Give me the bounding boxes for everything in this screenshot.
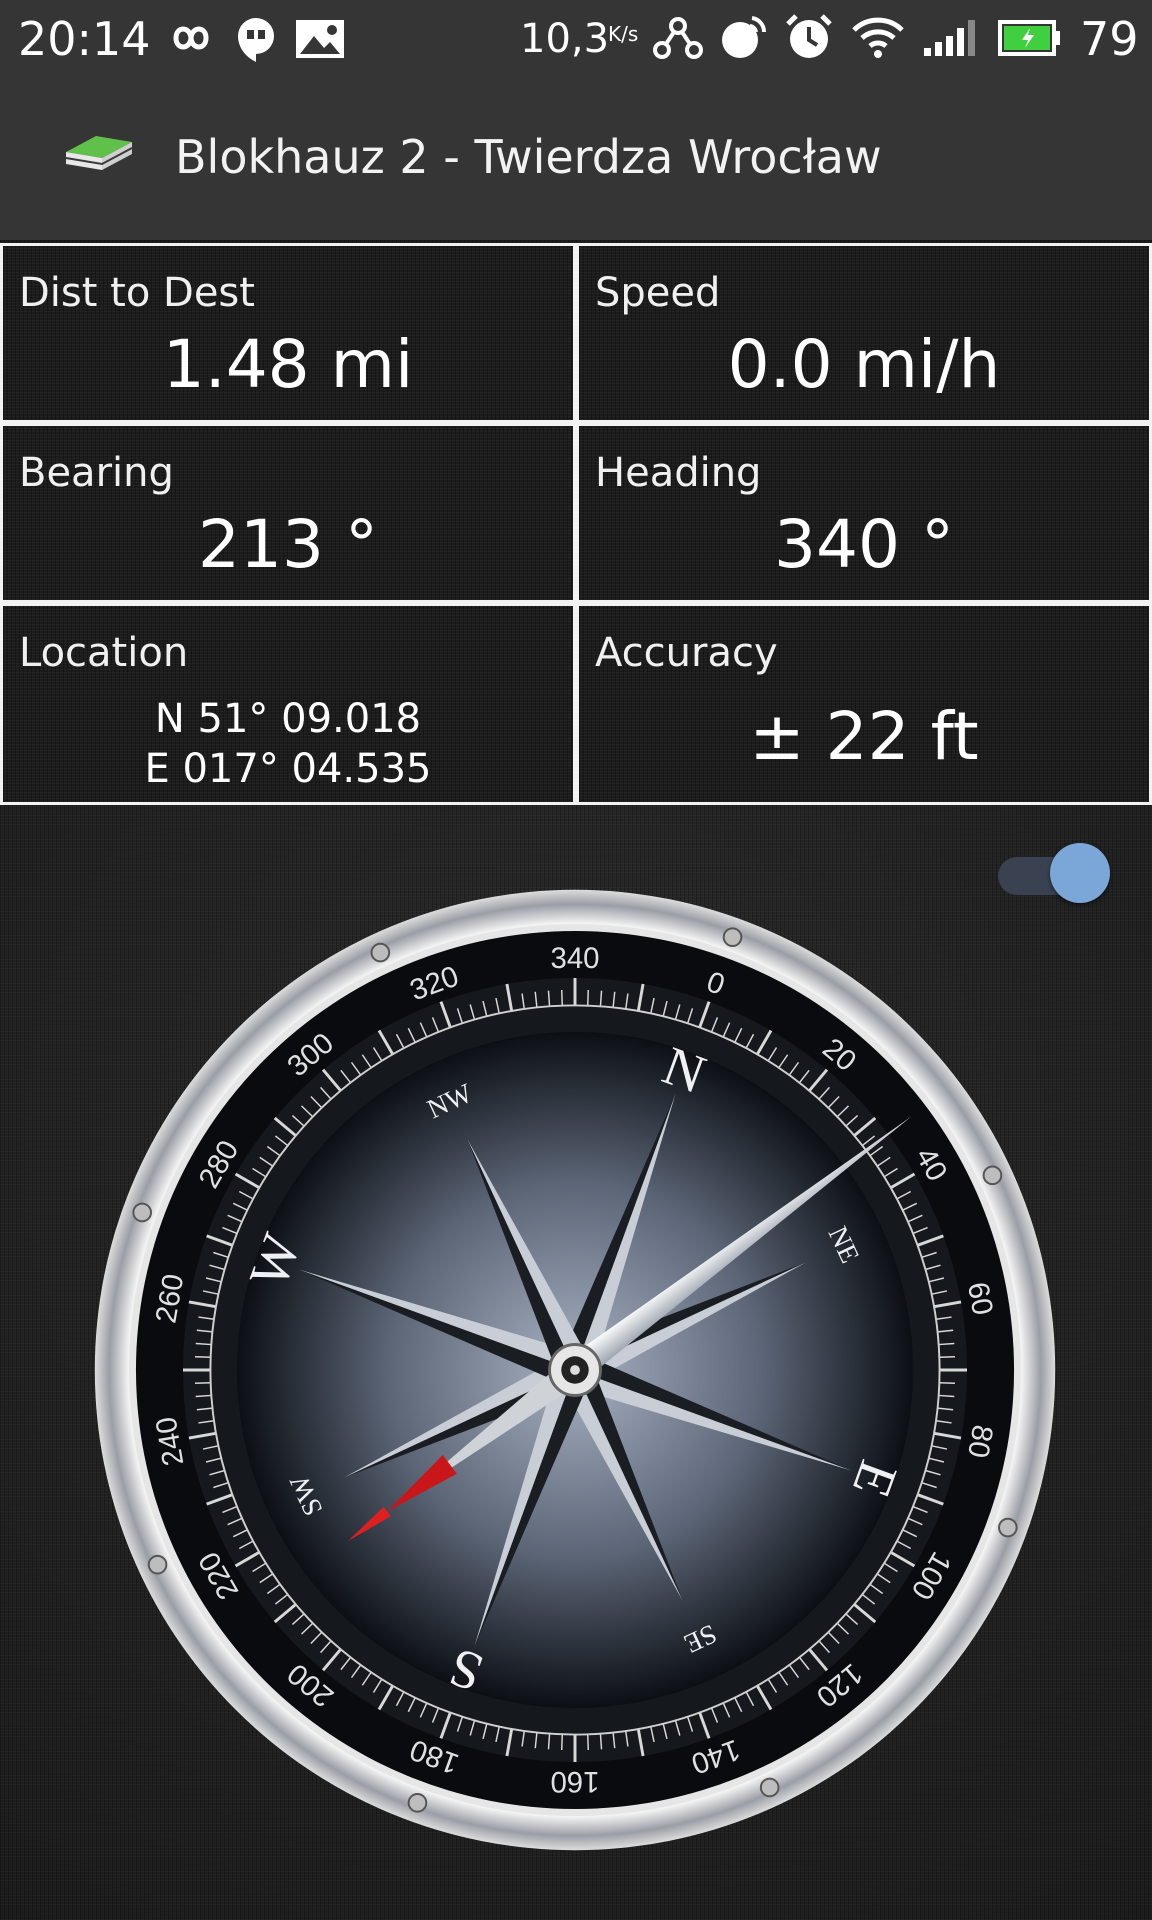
accuracy-label: Accuracy (595, 630, 778, 676)
speed-value: 0.0 mi/h (727, 326, 1001, 403)
dist-label: Dist to Dest (19, 270, 255, 316)
degree-label: 80 (961, 1422, 999, 1460)
degree-label: 340 (550, 942, 599, 975)
location-cell: Location N 51° 09.018 E 017° 04.535 (0, 603, 576, 805)
infinity-icon (160, 18, 222, 58)
heading-value: 340 ° (774, 506, 954, 583)
wifi-icon (850, 14, 906, 60)
screw (132, 1202, 152, 1223)
speed-cell: Speed 0.0 mi/h (576, 243, 1152, 423)
screw (407, 1793, 428, 1813)
battery-level: 79 (1080, 12, 1139, 66)
screw (759, 1777, 780, 1798)
accuracy-cell: Accuracy ± 22 ft (576, 603, 1152, 805)
degree-label: 160 (550, 1765, 599, 1798)
screw (982, 1165, 1003, 1186)
screw (147, 1554, 168, 1575)
network-icon (652, 16, 704, 60)
page-title: Blokhauz 2 - Twierdza Wrocław (175, 130, 882, 184)
screw (998, 1517, 1018, 1538)
heading-label: Heading (595, 450, 762, 496)
location-lon: E 017° 04.535 (144, 746, 432, 792)
degree-label: 60 (961, 1280, 999, 1318)
net-unit: K/s (608, 22, 639, 46)
speed-label: Speed (595, 270, 721, 316)
app-bar: Blokhauz 2 - Twierdza Wrocław (0, 78, 1152, 240)
bearing-value: 213 ° (198, 506, 378, 583)
location-value: N 51° 09.018 E 017° 04.535 (3, 694, 573, 794)
status-time: 20:14 (18, 12, 151, 66)
dist-value: 1.48 mi (162, 326, 414, 403)
alarm-icon (784, 12, 834, 62)
dist-cell: Dist to Dest 1.48 mi (0, 243, 576, 423)
heading-cell: Heading 340 ° (576, 423, 1152, 603)
bearing-cell: Bearing 213 ° (0, 423, 576, 603)
status-bar: 20:14 10,3 K/s 79 (0, 0, 1152, 78)
bearing-label: Bearing (19, 450, 174, 496)
gallery-icon (294, 18, 346, 60)
location-lat: N 51° 09.018 (154, 696, 422, 742)
hangouts-icon (236, 16, 276, 62)
screw (370, 942, 391, 963)
location-label: Location (19, 630, 189, 676)
screw (722, 927, 743, 947)
needle-pivot (548, 1343, 602, 1397)
compass: 0204060801001201401601802002202402602803… (94, 889, 1056, 1851)
geocache-box-icon (58, 124, 136, 188)
signal-icon (922, 18, 978, 58)
accuracy-value: ± 22 ft (749, 698, 979, 775)
net-speed: 10,3 (520, 16, 610, 62)
sync-icon (718, 14, 768, 62)
battery-icon (998, 20, 1062, 56)
